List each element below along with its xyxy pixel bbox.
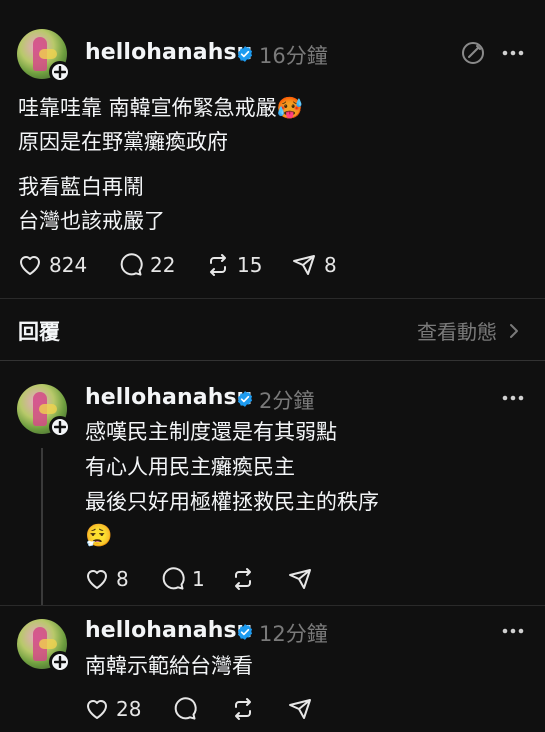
main-post: hellohanahsu 16分鐘 哇靠哇靠 南韓宣佈緊急戒嚴🥵 原因是在野黨癱… <box>0 0 545 300</box>
comment-button[interactable]: 1 <box>160 566 205 592</box>
like-button[interactable]: 824 <box>17 252 87 278</box>
avatar[interactable] <box>17 29 71 83</box>
reply-text-line: 感嘆民主制度還是有其弱點 <box>85 420 337 444</box>
follow-plus-icon[interactable] <box>49 416 71 438</box>
avatar[interactable] <box>17 384 71 438</box>
reply-post: hellohanahsu 12分鐘 南韓示範給台灣看 28 <box>0 606 545 732</box>
share-button[interactable]: 8 <box>292 252 337 278</box>
view-activity-link[interactable]: 查看動態 <box>417 316 521 345</box>
post-text-line: 台灣也該戒嚴了 <box>18 209 165 233</box>
divider <box>0 298 545 299</box>
repost-button[interactable] <box>230 696 256 722</box>
comment-count: 22 <box>150 253 176 277</box>
reply-text-line: 最後只好用極權拯救民主的秩序 <box>85 490 379 514</box>
follow-plus-icon[interactable] <box>49 651 71 673</box>
view-activity-label: 查看動態 <box>417 320 497 344</box>
timestamp: 16分鐘 <box>259 44 328 68</box>
heart-icon <box>20 256 40 275</box>
like-button[interactable]: 28 <box>84 696 141 722</box>
more-icon[interactable] <box>500 385 526 411</box>
username[interactable]: hellohanahsu <box>85 385 252 410</box>
share-icon <box>289 569 311 589</box>
comment-button[interactable] <box>172 696 198 722</box>
share-count: 8 <box>324 253 337 277</box>
share-icon <box>289 699 311 719</box>
repost-icon <box>235 568 251 590</box>
share-button[interactable] <box>288 566 314 592</box>
repost-button[interactable] <box>230 566 256 592</box>
timestamp: 2分鐘 <box>259 389 315 413</box>
reply-post: hellohanahsu 2分鐘 感嘆民主制度還是有其弱點 有心人用民主癱瘓民主… <box>0 361 545 604</box>
like-count: 824 <box>49 253 88 277</box>
repost-icon <box>210 254 226 276</box>
comment-icon <box>162 567 185 590</box>
reply-text-line: 有心人用民主癱瘓民主 <box>85 455 295 479</box>
heart-icon <box>87 700 107 719</box>
repost-button[interactable]: 15 <box>205 252 262 278</box>
comment-button[interactable]: 22 <box>118 252 175 278</box>
more-icon[interactable] <box>500 618 526 644</box>
verified-icon <box>237 391 253 407</box>
avatar[interactable] <box>17 619 71 673</box>
username[interactable]: hellohanahsu <box>85 40 252 65</box>
verified-icon <box>237 46 253 62</box>
share-icon <box>293 255 315 275</box>
comment-icon <box>174 697 197 720</box>
reply-text-line: 😮‍💨 <box>85 524 113 549</box>
like-count: 8 <box>116 567 129 591</box>
like-button[interactable]: 8 <box>84 566 129 592</box>
post-text-line: 原因是在野黨癱瘓政府 <box>18 130 228 154</box>
post-text-line: 哇靠哇靠 南韓宣佈緊急戒嚴🥵 <box>18 96 303 120</box>
comment-icon <box>120 253 143 276</box>
more-icon[interactable] <box>500 40 526 66</box>
follow-plus-icon[interactable] <box>49 61 71 83</box>
repost-icon <box>235 698 251 720</box>
replies-label: 回覆 <box>18 320 60 344</box>
share-button[interactable] <box>288 696 314 722</box>
repost-count: 15 <box>237 253 263 277</box>
post-text-line: 我看藍白再鬧 <box>18 175 144 199</box>
reply-text-line: 南韓示範給台灣看 <box>85 654 253 678</box>
comment-count: 1 <box>192 567 205 591</box>
chevron-right-icon <box>510 323 518 338</box>
heart-icon <box>87 570 107 589</box>
edit-icon[interactable] <box>460 40 486 66</box>
verified-icon <box>237 624 253 640</box>
username[interactable]: hellohanahsu <box>85 618 252 643</box>
timestamp: 12分鐘 <box>259 622 328 646</box>
like-count: 28 <box>116 697 142 721</box>
